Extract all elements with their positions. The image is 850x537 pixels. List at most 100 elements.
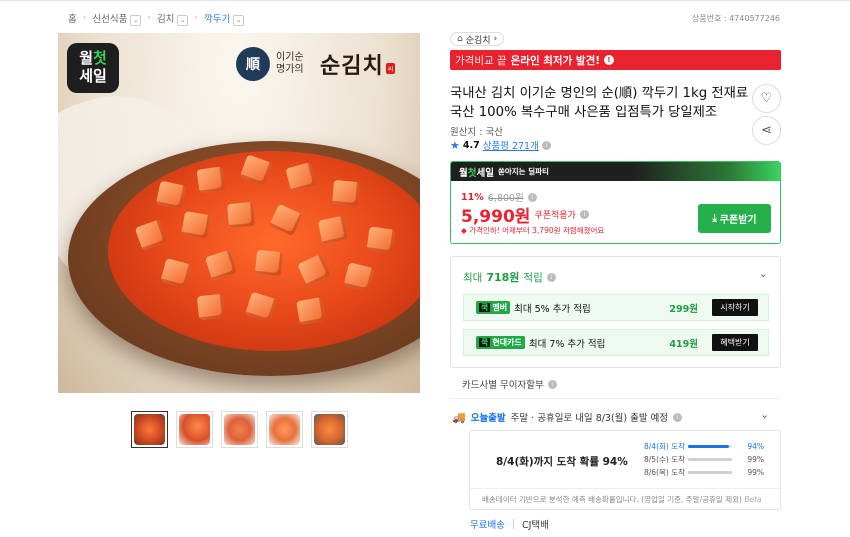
kimchi-cube <box>366 226 396 254</box>
divider <box>512 519 514 529</box>
discount-percent: 11% <box>461 191 484 203</box>
breadcrumb-item-kimchi[interactable]: 김치 ⌄ <box>157 11 189 26</box>
today-shipping-label: 오늘출발 <box>470 413 506 424</box>
breadcrumb-item-kkakdugi[interactable]: 깍두기 ⌄ <box>204 11 245 26</box>
share-icon: ⋖ <box>761 123 772 138</box>
info-icon[interactable]: i <box>527 192 537 202</box>
reviews-link[interactable]: 상품평 271개 <box>483 138 539 152</box>
membership-chip: 쿡 멤버 <box>476 301 511 314</box>
installment-info[interactable]: 카드사별 무이자할부 i <box>462 377 557 391</box>
price-compare-banner[interactable]: 가격비교 끝 온라인 최저가 발견! ! <box>450 50 781 70</box>
kimchi-cube <box>155 180 187 210</box>
breadcrumb: 홈 › 신선식품 ⌄ › 김치 ⌄ › 깍두기 ⌄ <box>68 11 245 26</box>
shipping-text: 주말 · 공휴일로 내일 8/3(월) 출발 예정 <box>510 413 669 424</box>
promo-highlight: 온라인 최저가 발견! <box>510 54 601 67</box>
rating: ★ 4.7 상품평 271개 i <box>450 138 551 152</box>
chevron-right-icon: › <box>493 34 498 44</box>
chevron-down-icon[interactable]: ⌄ <box>130 14 142 26</box>
sale-price: 5,990원 <box>461 207 531 227</box>
product-number: 상품번호 : 4740577246 <box>691 14 780 23</box>
points-box: 최대 718원 적립 i ⌄ 쿡 멤버 최대 5% 추가 적립 299원 시작하기 쿡… <box>450 256 781 368</box>
start-button[interactable]: 시작하기 <box>712 299 758 316</box>
info-icon[interactable]: ! <box>604 55 615 65</box>
chevron-down-icon[interactable]: ⌄ <box>177 14 189 26</box>
divider <box>470 488 782 489</box>
heart-icon: ♡ <box>760 91 773 106</box>
carrier-label: CJ택배 <box>521 520 549 531</box>
thumbnail-3[interactable] <box>221 411 258 448</box>
divider <box>450 398 781 399</box>
brand-logo: 順 이기순 명가의 순김치 씨 <box>236 47 396 81</box>
brand-name: 순김치 <box>320 54 384 79</box>
points-row-amount: 419원 <box>669 338 698 350</box>
promo-label: 가격비교 끝 <box>455 54 507 67</box>
chevron-down-icon[interactable]: ⌄ <box>760 408 769 421</box>
price-history: ◆ 가격인하! 어제부터 3,790원 저렴해졌어요 <box>461 226 605 235</box>
card-chip: 쿡 현대카드 <box>476 336 525 349</box>
info-icon[interactable]: i <box>673 412 683 422</box>
kimchi-cube <box>196 166 226 194</box>
rating-score: 4.7 <box>462 139 480 151</box>
probability-bar <box>688 457 732 461</box>
info-icon[interactable]: i <box>547 379 557 389</box>
monthly-sale-badge: 월첫 세일 <box>67 43 119 93</box>
delivery-row: 8/5(수) 도착 99% <box>644 454 764 464</box>
delivery-note: 배송데이터 기반으로 분석한 예측 배송확률입니다. (영업일 기준, 주말/공… <box>482 495 762 504</box>
wishlist-button[interactable]: ♡ <box>752 84 781 113</box>
probability-bar <box>688 444 732 448</box>
delivery-row: 8/6(목) 도착 99% <box>644 467 764 477</box>
origin-label: 원산지 : 국산 <box>450 127 503 138</box>
download-icon: ⤓ <box>712 213 717 224</box>
thumbnail-strip <box>131 411 348 448</box>
home-icon: ⌂ <box>457 34 463 44</box>
top-border <box>0 0 850 1</box>
free-shipping-label: 무료배송 <box>470 520 505 531</box>
coupon-price-label: 쿠폰적용가 <box>534 211 576 221</box>
breadcrumb-item-fresh[interactable]: 신선식품 ⌄ <box>92 11 142 26</box>
brand-subtitle: 이기순 명가의 <box>276 52 304 75</box>
chevron-right-icon: › <box>194 13 199 24</box>
sale-price-row: 5,990원 쿠폰적용가 i <box>461 202 589 227</box>
chevron-right-icon: › <box>147 13 151 24</box>
benefit-button[interactable]: 혜택받기 <box>712 334 758 351</box>
thumbnail-4[interactable] <box>266 411 303 448</box>
kimchi-cube <box>254 249 284 277</box>
chevron-right-icon: › <box>82 13 87 24</box>
shipping-header: 🚚 오늘출발 주말 · 공휴일로 내일 8/3(월) 출발 예정 i <box>452 410 683 424</box>
points-row-amount: 299원 <box>669 303 698 315</box>
shipping-method: 무료배송 CJ택배 <box>470 517 549 531</box>
info-icon[interactable]: i <box>546 272 556 282</box>
info-icon[interactable]: i <box>541 140 551 150</box>
probability-bar <box>688 470 732 474</box>
store-link[interactable]: ⌂ 순김치 › <box>450 32 505 46</box>
deal-header: 월첫세일 쏟아지는 딜파티 <box>451 162 780 181</box>
star-icon: ★ <box>450 138 460 152</box>
delivery-probability: 8/4(화)까지 도착 확률 94% <box>496 456 628 468</box>
product-title: 국내산 김치 이기순 명인의 순(順) 깍두기 1kg 전재료 국산 100% … <box>450 86 749 120</box>
price-down-icon: ◆ <box>461 226 467 235</box>
kimchi-cube <box>296 296 326 326</box>
chevron-down-icon[interactable]: ⌄ <box>759 267 768 280</box>
points-header[interactable]: 최대 718원 적립 i <box>463 269 556 285</box>
points-row-card: 쿡 현대카드 최대 7% 추가 적립 419원 혜택받기 <box>463 329 769 356</box>
kimchi-cube <box>332 179 360 207</box>
points-row-label: 최대 5% 추가 적립 <box>514 303 591 315</box>
delivery-row: 8/4(화) 도착 94% <box>644 441 764 451</box>
price-box: 월첫세일 쏟아지는 딜파티 11% 6,800원 i 5,990원 쿠폰적용가 … <box>450 161 781 244</box>
chevron-down-icon[interactable]: ⌄ <box>233 14 245 26</box>
brand-tag: 씨 <box>385 62 396 74</box>
thumbnail-1[interactable] <box>131 411 168 448</box>
coupon-download-button[interactable]: ⤓ 쿠폰받기 <box>698 204 771 233</box>
main-product-image[interactable]: 월첫 세일 順 이기순 명가의 순김치 씨 <box>58 33 420 393</box>
truck-icon: 🚚 <box>452 410 466 424</box>
info-icon[interactable]: i <box>579 210 589 219</box>
points-row-membership: 쿡 멤버 최대 5% 추가 적립 299원 시작하기 <box>463 294 769 321</box>
kimchi-cube <box>227 201 255 229</box>
thumbnail-5[interactable] <box>311 411 348 448</box>
breadcrumb-home[interactable]: 홈 <box>68 11 77 25</box>
brand-seal-icon: 順 <box>236 47 270 81</box>
share-button[interactable]: ⋖ <box>752 116 781 145</box>
thumbnail-2[interactable] <box>176 411 213 448</box>
kimchi-cube <box>196 293 226 321</box>
kimchi-cube <box>181 210 211 240</box>
